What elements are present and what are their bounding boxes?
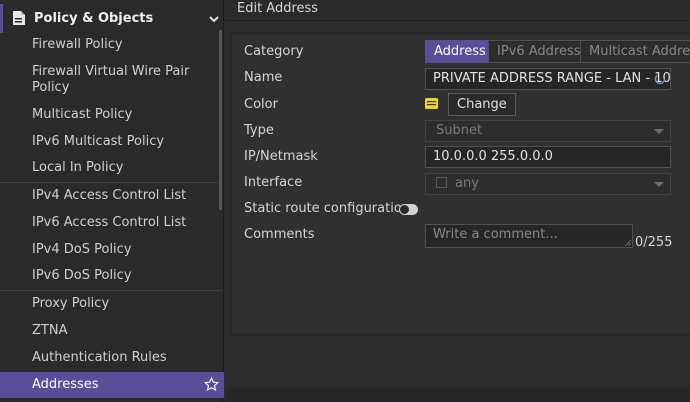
type-label: Type [244,123,274,138]
name-input[interactable]: PRIVATE ADDRESS RANGE - LAN - 10. [425,68,671,90]
category-option-address[interactable]: Address [425,40,489,63]
sidebar-item-label: IPv6 Access Control List [32,215,187,230]
sidebar-item-label: IPv6 DoS Policy [32,268,132,283]
sidebar-divider [0,182,222,183]
sidebar-scrollbar[interactable] [219,30,222,210]
category-option-ipv6-address[interactable]: IPv6 Address [488,40,581,63]
comments-label: Comments [244,227,315,242]
sidebar-item-ipv6-multicast-policy[interactable]: IPv6 Multicast Policy [0,134,220,150]
color-label: Color [244,97,278,112]
type-select-value: Subnet [436,123,483,138]
sidebar-item-multicast-policy[interactable]: Multicast Policy [0,107,220,123]
sidebar-item-label: ZTNA [32,323,68,338]
policy-objects-icon [13,11,25,25]
dropdown-arrow-icon [654,182,664,187]
sidebar-item-label: IPv4 DoS Policy [32,242,132,257]
sidebar: Policy & Objects Firewall Policy Firewal… [0,0,224,402]
ip-netmask-input[interactable]: 10.0.0.0 255.0.0.0 [425,146,671,168]
sidebar-item-label: Authentication Rules [32,350,167,365]
sidebar-item-ipv4-access-control-list[interactable]: IPv4 Access Control List [0,188,220,204]
sidebar-item-label: Addresses [32,377,99,392]
sidebar-item-ipv6-access-control-list[interactable]: IPv6 Access Control List [0,215,220,231]
name-label: Name [244,70,283,85]
static-route-label: Static route configuration [244,201,411,216]
sidebar-item-label: Firewall Policy [32,37,123,52]
dropdown-arrow-icon [654,129,664,134]
name-input-value: PRIVATE ADDRESS RANGE - LAN - 10. [433,71,671,86]
sidebar-header-label: Policy & Objects [34,11,154,26]
ip-netmask-label: IP/Netmask [244,149,318,164]
ip-netmask-value: 10.0.0.0 255.0.0.0 [433,149,553,164]
comments-char-counter: 0/255 [635,235,673,250]
loading-spinner-icon [654,73,666,85]
comments-placeholder: Write a comment... [433,227,558,242]
sidebar-item-label: IPv6 Multicast Policy [32,134,165,149]
color-swatch-icon [425,98,438,109]
sidebar-item-label: Firewall Virtual Wire Pair Policy [32,64,190,95]
sidebar-section-policy-objects[interactable]: Policy & Objects [0,4,224,33]
sidebar-item-proxy-policy[interactable]: Proxy Policy [0,296,220,312]
category-label: Category [244,44,304,59]
sidebar-item-addresses[interactable]: Addresses [0,372,224,398]
interface-select-value: any [455,176,479,191]
page-title: Edit Address [237,1,319,16]
interface-label: Interface [244,175,303,190]
bottom-bar [226,388,690,402]
static-route-toggle[interactable] [399,204,418,215]
sidebar-item-ztna[interactable]: ZTNA [0,323,220,339]
category-option-multicast-address[interactable]: Multicast Address [580,40,690,63]
comments-textarea[interactable]: Write a comment... [425,224,633,248]
sidebar-item-label: Local In Policy [32,160,124,175]
resize-handle-icon[interactable] [625,240,631,246]
sidebar-item-local-in-policy[interactable]: Local In Policy [0,160,220,176]
color-change-button[interactable]: Change [448,93,516,116]
sidebar-item-label: Multicast Policy [32,107,133,122]
sidebar-item-label: Proxy Policy [32,296,110,311]
type-select[interactable]: Subnet [425,120,671,142]
interface-select[interactable]: any [425,173,671,195]
sidebar-item-ipv4-dos-policy[interactable]: IPv4 DoS Policy [0,242,220,258]
sidebar-item-label: IPv4 Access Control List [32,188,187,203]
sidebar-divider [0,290,222,291]
interface-checkbox-icon [436,177,447,188]
chevron-down-icon[interactable] [208,13,220,25]
sidebar-item-firewall-policy[interactable]: Firewall Policy [0,37,220,53]
toggle-knob [400,205,409,214]
sidebar-item-firewall-virtual-wire-pair-policy[interactable]: Firewall Virtual Wire Pair Policy [0,64,220,96]
star-icon[interactable] [204,377,219,392]
sidebar-item-ipv6-dos-policy[interactable]: IPv6 DoS Policy [0,268,220,284]
page-header: Edit Address [226,0,690,21]
sidebar-item-authentication-rules[interactable]: Authentication Rules [0,350,220,366]
